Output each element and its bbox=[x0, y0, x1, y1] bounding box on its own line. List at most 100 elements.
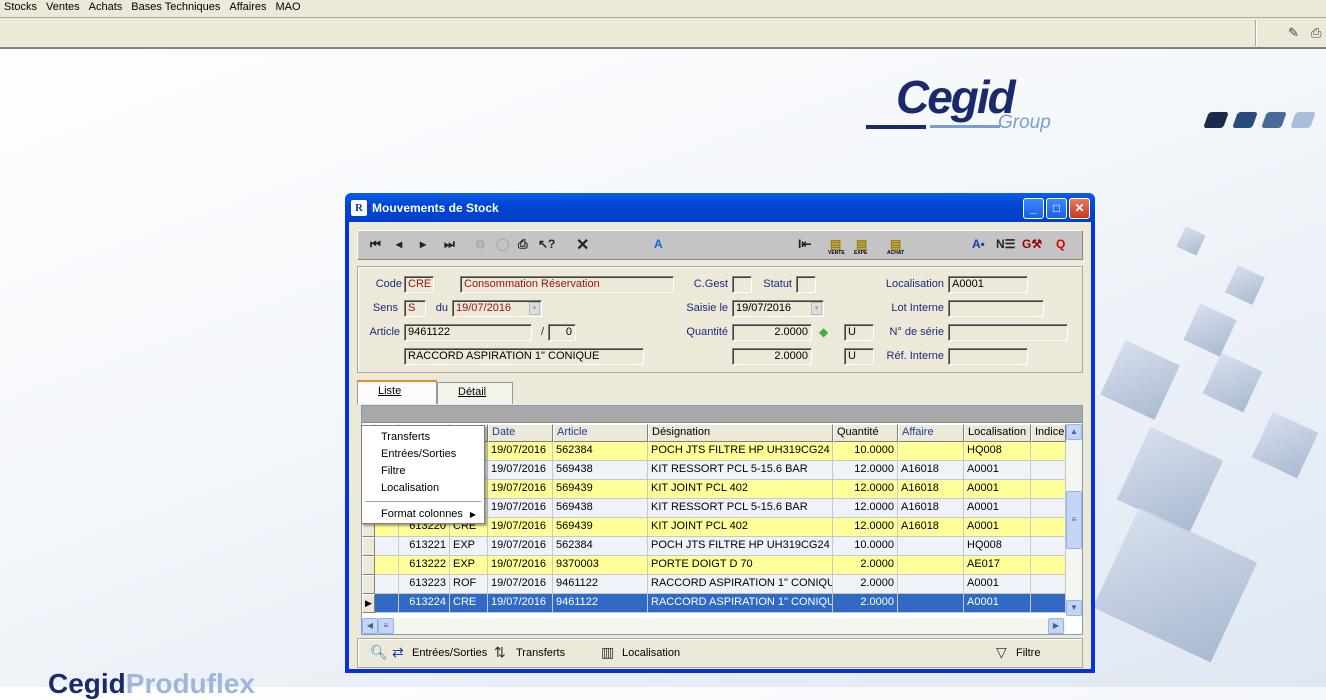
attributes-icon[interactable]: A▪ bbox=[972, 237, 985, 251]
help-pointer-icon[interactable]: ↖? bbox=[538, 237, 555, 251]
first-record-icon[interactable]: ⏮ bbox=[370, 237, 381, 252]
column-header[interactable]: Localisation bbox=[964, 424, 1031, 442]
menu-ventes[interactable]: Ventes bbox=[42, 0, 85, 17]
tab-liste[interactable]: Liste bbox=[357, 380, 437, 404]
localisation-label: Localisation bbox=[885, 278, 944, 290]
menu-stocks[interactable]: Stocks bbox=[0, 0, 42, 17]
context-menu-transferts[interactable]: Transferts bbox=[362, 429, 484, 446]
table-row[interactable]: 613222 EXP 19/07/2016 9370003 PORTE DOIGT D … bbox=[362, 556, 1066, 575]
row-selector[interactable] bbox=[362, 537, 375, 556]
localisation-field[interactable]: A0001 bbox=[948, 276, 1028, 293]
horizontal-scrollbar[interactable]: ◀ ≡ ▶ bbox=[362, 618, 1066, 634]
table-row[interactable]: ▶ 613224 CRE 19/07/2016 9461122 RACCORD ASPIR… bbox=[362, 594, 1066, 613]
tools-icon[interactable]: G⚒ bbox=[1022, 237, 1042, 251]
cell-localisation: A0001 bbox=[964, 518, 1031, 537]
quantite-field[interactable]: 2.0000 bbox=[732, 324, 812, 341]
table-row[interactable]: 613223 ROF 19/07/2016 9461122 RACCORD ASPIRA… bbox=[362, 575, 1066, 594]
column-header[interactable]: Article bbox=[553, 424, 648, 442]
cell-blank bbox=[375, 556, 399, 575]
decor-cube bbox=[1116, 426, 1224, 534]
table-row[interactable]: 613221 EXP 19/07/2016 562384 POCH JTS FILTRE… bbox=[362, 537, 1066, 556]
minimize-button[interactable]: _ bbox=[1023, 198, 1044, 219]
search-icon[interactable]: 🔍︎ bbox=[370, 644, 388, 661]
expe-icon[interactable]: ▤ bbox=[856, 237, 867, 251]
cell-localisation: AE017 bbox=[964, 556, 1031, 575]
menu-mao[interactable]: MAO bbox=[271, 0, 305, 17]
filtre-button[interactable]: Filtre bbox=[1016, 647, 1040, 659]
row-selector[interactable] bbox=[362, 575, 375, 594]
delete-icon[interactable]: ✕ bbox=[576, 235, 589, 255]
prev-record-icon[interactable]: ◂ bbox=[396, 237, 402, 251]
scroll-left-icon[interactable]: ◀ bbox=[362, 618, 378, 634]
saisie-label: Saisie le bbox=[686, 302, 728, 314]
cell-localisation: A0001 bbox=[964, 499, 1031, 518]
code-field[interactable]: CRE bbox=[404, 276, 434, 293]
print-icon[interactable]: ⎙ bbox=[518, 237, 528, 252]
last-record-icon[interactable]: ⏭ bbox=[444, 237, 455, 252]
scroll-down-icon[interactable]: ▼ bbox=[1066, 600, 1082, 616]
sort-icon[interactable]: A bbox=[654, 237, 663, 251]
achat-label: ACHAT bbox=[887, 250, 905, 256]
menu-achats[interactable]: Achats bbox=[85, 0, 128, 17]
context-menu-entrees-sorties[interactable]: Entrées/Sorties bbox=[362, 446, 484, 463]
statut-field[interactable] bbox=[796, 276, 816, 293]
du-date-field[interactable]: 19/07/2016 ▾ bbox=[452, 300, 542, 317]
menu-bases-techniques[interactable]: Bases Techniques bbox=[127, 0, 225, 17]
query-icon[interactable]: Q bbox=[1056, 237, 1065, 251]
decor-cube bbox=[1176, 226, 1206, 256]
column-header[interactable]: Date bbox=[488, 424, 553, 442]
achat-icon[interactable]: ▤ bbox=[890, 237, 901, 251]
scroll-thumb[interactable]: ≡ bbox=[1066, 491, 1082, 549]
entrees-sorties-button[interactable]: Entrées/Sorties bbox=[412, 647, 487, 659]
produflex-logo: CegidProduflex bbox=[48, 668, 255, 699]
dropdown-arrow-icon[interactable]: ▾ bbox=[529, 302, 540, 315]
sens-field[interactable]: S bbox=[404, 300, 426, 317]
scroll-right-icon[interactable]: ▶ bbox=[1048, 618, 1064, 634]
scroll-up-icon[interactable]: ▲ bbox=[1066, 424, 1082, 440]
import-icon[interactable]: I⇤ bbox=[798, 237, 811, 251]
sens-label: Sens bbox=[372, 302, 398, 314]
cgest-field[interactable] bbox=[732, 276, 752, 293]
window-title: Mouvements de Stock bbox=[372, 200, 499, 215]
refresh-icon[interactable]: ◯ bbox=[496, 237, 509, 251]
column-header[interactable]: Affaire bbox=[898, 424, 964, 442]
vente-icon[interactable]: ▤ bbox=[830, 237, 841, 251]
row-selector[interactable]: ▶ bbox=[362, 594, 375, 613]
article-field[interactable]: 9461122 bbox=[404, 324, 532, 341]
grid-group-header bbox=[362, 406, 1082, 423]
maximize-button[interactable]: □ bbox=[1046, 198, 1067, 219]
localisation-button[interactable]: Localisation bbox=[622, 647, 680, 659]
column-header[interactable]: Quantité bbox=[833, 424, 898, 442]
saisie-date-field[interactable]: 19/07/2016 ▾ bbox=[732, 300, 824, 317]
print-icon[interactable]: ⎙ bbox=[1311, 25, 1326, 41]
context-menu-localisation[interactable]: Localisation bbox=[362, 480, 484, 497]
du-label: du bbox=[435, 302, 448, 314]
copy-icon[interactable]: ⧉ bbox=[476, 237, 485, 252]
column-header[interactable]: Indice bbox=[1031, 424, 1066, 442]
toolbar-separator bbox=[1255, 20, 1257, 46]
context-menu-format-colonnes[interactable]: Format colonnes ▶ bbox=[362, 506, 484, 523]
vertical-scrollbar[interactable]: ▲ ≡ ▼ bbox=[1066, 424, 1082, 616]
numbering-icon[interactable]: N☰ bbox=[996, 237, 1015, 251]
menu-affaires[interactable]: Affaires bbox=[225, 0, 271, 17]
cell-blank bbox=[1031, 594, 1066, 613]
edit-icon[interactable]: ✎ bbox=[1288, 25, 1304, 41]
lot-interne-field[interactable] bbox=[948, 300, 1044, 317]
hscroll-thumb[interactable]: ≡ bbox=[378, 618, 394, 634]
close-button[interactable]: ✕ bbox=[1069, 198, 1090, 219]
dropdown-arrow-icon[interactable]: ▾ bbox=[811, 302, 822, 315]
context-menu: Transferts Entrées/Sorties Filtre Locali… bbox=[361, 425, 485, 524]
ref-interne-field[interactable] bbox=[948, 348, 1028, 365]
cell-localisation: HQ008 bbox=[964, 537, 1031, 556]
tab-detail[interactable]: Détail bbox=[437, 382, 513, 404]
window-title-bar[interactable]: R Mouvements de Stock _ □ ✕ bbox=[345, 193, 1095, 222]
cube-icon[interactable]: ◆ bbox=[819, 325, 828, 339]
quantite-label: Quantité bbox=[686, 326, 728, 338]
row-selector[interactable] bbox=[362, 556, 375, 575]
next-record-icon[interactable]: ▸ bbox=[420, 237, 426, 251]
column-header[interactable]: Désignation bbox=[648, 424, 833, 442]
serie-field[interactable] bbox=[948, 324, 1068, 341]
article-suffix-field[interactable]: 0 bbox=[548, 324, 576, 341]
transferts-button[interactable]: Transferts bbox=[516, 647, 565, 659]
context-menu-filtre[interactable]: Filtre bbox=[362, 463, 484, 480]
